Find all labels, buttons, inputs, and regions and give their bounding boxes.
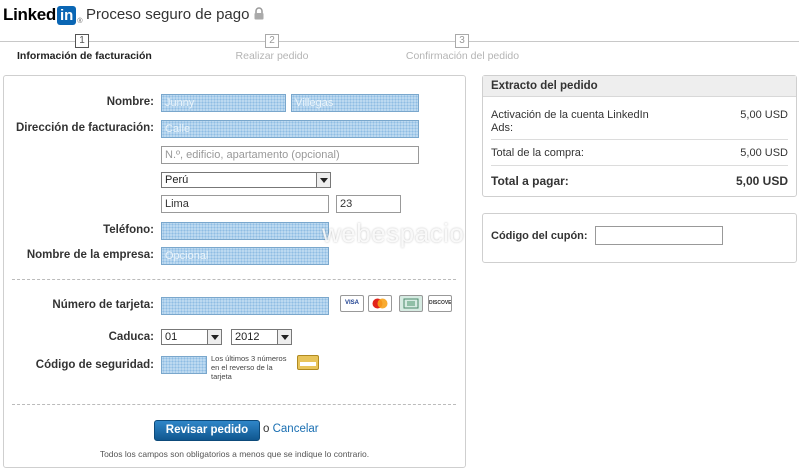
last-name-input[interactable]: Villegas xyxy=(291,94,419,112)
step-billing-info: 1 Información de facturación xyxy=(17,34,152,62)
cancel-link[interactable]: Cancelar xyxy=(273,423,319,435)
logo-in-badge: in xyxy=(57,5,77,25)
coupon-input[interactable] xyxy=(595,226,723,245)
billing-address-label: Dirección de facturación: xyxy=(15,122,154,134)
summary-total-value: 5,00 USD xyxy=(735,174,788,188)
page-title: Proceso seguro de pago xyxy=(86,6,250,23)
chevron-down-icon xyxy=(277,330,291,344)
chevron-down-icon xyxy=(316,173,330,187)
review-order-button[interactable]: Revisar pedido xyxy=(154,420,260,441)
summary-subtotal-row: Total de la compra: 5,00 USD xyxy=(491,147,788,159)
street-input[interactable]: Calle xyxy=(161,120,419,138)
phone-label: Teléfono: xyxy=(103,224,154,236)
security-code-label: Código de seguridad: xyxy=(35,359,154,371)
first-name-input[interactable]: Junny xyxy=(161,94,286,112)
company-input[interactable]: Opcional xyxy=(161,247,329,265)
company-label: Nombre de la empresa: xyxy=(26,249,154,261)
required-fields-note: Todos los campos son obligatorios a meno… xyxy=(99,449,370,459)
expiry-label: Caduca: xyxy=(108,331,154,343)
visa-icon: VISA xyxy=(340,295,364,312)
coupon-label: Código del cupón: xyxy=(491,230,588,242)
lock-icon xyxy=(254,7,264,20)
summary-divider xyxy=(491,165,788,166)
summary-total-row: Total a pagar: 5,00 USD xyxy=(491,174,788,188)
linkedin-logo[interactable]: Linked in ® xyxy=(3,5,83,25)
expiry-year-select[interactable]: 2012 xyxy=(231,329,292,345)
country-select[interactable]: Perú xyxy=(161,172,331,188)
order-summary-panel: Extracto del pedido Activación de la cue… xyxy=(482,75,797,197)
name-label: Nombre: xyxy=(106,96,154,108)
security-code-input[interactable] xyxy=(161,356,207,374)
section-divider xyxy=(12,279,456,280)
expiry-month-select[interactable]: 01 xyxy=(161,329,222,345)
city-input[interactable]: Lima xyxy=(161,195,329,213)
step-label: Confirmación del pedido xyxy=(405,50,520,62)
logo-text: Linked xyxy=(3,5,56,24)
card-number-label: Número de tarjeta: xyxy=(52,299,154,311)
summary-subtotal-value: 5,00 USD xyxy=(740,147,788,159)
summary-item-value: 5,00 USD xyxy=(740,109,788,121)
step-label: Realizar pedido xyxy=(235,50,309,62)
or-cancel-text: o Cancelar xyxy=(263,423,319,435)
mastercard-icon xyxy=(368,295,392,312)
phone-input[interactable] xyxy=(161,222,329,240)
step-number: 3 xyxy=(455,34,469,48)
step-order-confirmation: 3 Confirmación del pedido xyxy=(405,34,520,62)
watermark: webespacio xyxy=(322,218,465,248)
address-line2-input[interactable]: N.º, edificio, apartamento (opcional) xyxy=(161,146,419,164)
summary-divider xyxy=(491,139,788,140)
card-number-input[interactable] xyxy=(161,297,329,315)
card-back-icon xyxy=(297,355,319,370)
or-text: o xyxy=(263,423,270,435)
amex-icon xyxy=(399,295,423,312)
summary-item-row: Activación de la cuenta LinkedIn Ads: 5,… xyxy=(491,109,788,135)
step-place-order: 2 Realizar pedido xyxy=(232,34,312,62)
billing-form-panel: Nombre: Junny Villegas Dirección de fact… xyxy=(3,75,466,468)
summary-subtotal-label: Total de la compra: xyxy=(491,147,584,159)
security-code-hint: Los últimos 3 números en el reverso de l… xyxy=(211,354,287,381)
step-label: Información de facturación xyxy=(17,50,152,62)
section-divider xyxy=(12,404,456,405)
step-number: 1 xyxy=(75,34,89,48)
summary-total-label: Total a pagar: xyxy=(491,174,569,188)
step-number: 2 xyxy=(265,34,279,48)
discover-icon: DISCOVER xyxy=(428,295,452,312)
logo-registered-mark: ® xyxy=(77,18,83,25)
chevron-down-icon xyxy=(207,330,221,344)
order-summary-title: Extracto del pedido xyxy=(483,76,796,97)
postal-code-input[interactable]: 23 xyxy=(336,195,401,213)
summary-item-label: Activación de la cuenta LinkedIn Ads: xyxy=(491,109,649,134)
coupon-panel: Código del cupón: xyxy=(482,213,797,263)
